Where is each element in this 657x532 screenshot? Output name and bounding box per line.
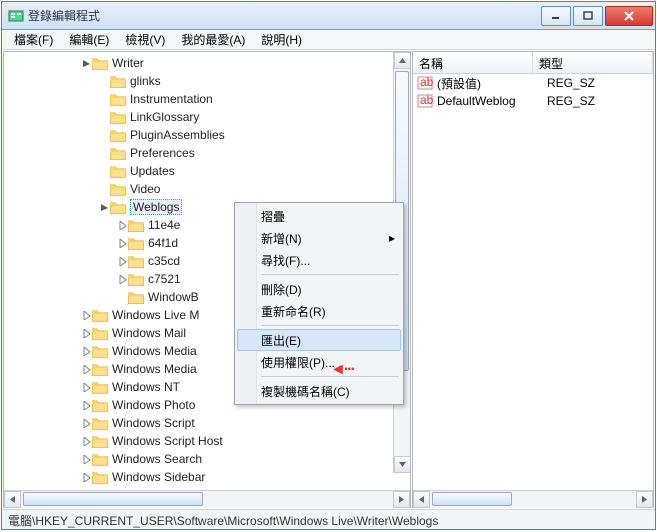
ctx-permissions-label: 使用權限(P)... (261, 354, 335, 371)
values-hscroll[interactable] (413, 490, 653, 507)
tree-label: PluginAssemblies (130, 128, 225, 142)
ctx-collapse[interactable]: 摺疊 (237, 205, 401, 227)
scroll-right-button[interactable] (393, 491, 410, 508)
menubar: 檔案(F) 編輯(E) 檢視(V) 我的最愛(A) 說明(H) (2, 30, 655, 50)
tree-label: Windows Search (112, 452, 202, 466)
hscroll-thumb[interactable] (23, 492, 203, 506)
tree-node[interactable]: Instrumentation (8, 90, 410, 108)
tree-label: 64f1d (148, 236, 178, 250)
ctx-rename[interactable]: 重新命名(R) (237, 300, 401, 322)
svg-text:ab: ab (420, 93, 433, 107)
hscroll-track[interactable] (21, 491, 393, 508)
ctx-new[interactable]: 新增(N) ▸ (237, 227, 401, 249)
ctx-separator (261, 325, 399, 326)
tree-label: c7521 (148, 272, 181, 286)
value-name: DefaultWeblog (437, 94, 547, 108)
value-type: REG_SZ (547, 76, 595, 90)
window-title: 登錄編輯程式 (28, 7, 539, 24)
tree-label: Windows NT (112, 380, 180, 394)
tree-label: WindowB (148, 290, 199, 304)
col-name-header[interactable]: 名稱 (413, 52, 533, 73)
scroll-right-button[interactable] (636, 491, 653, 508)
titlebar[interactable]: 登錄編輯程式 (2, 2, 655, 30)
regedit-window: 登錄編輯程式 檔案(F) 編輯(E) 檢視(V) 我的最愛(A) 說明(H) W… (1, 1, 656, 530)
tree-label: c35cd (148, 254, 180, 268)
scroll-left-button[interactable] (4, 491, 21, 508)
tree-label: Video (130, 182, 160, 196)
values-header: 名稱 類型 (413, 52, 653, 74)
ctx-export[interactable]: 匯出(E) (237, 329, 401, 351)
regedit-icon (8, 8, 24, 24)
values-list[interactable]: ab(預設值)REG_SZabDefaultWeblogREG_SZ (413, 74, 653, 490)
tree-label: LinkGlossary (130, 110, 199, 124)
scroll-left-button[interactable] (413, 491, 430, 508)
value-name: (預設值) (437, 75, 547, 92)
tree-node[interactable]: Updates (8, 162, 410, 180)
tree-label: Windows Sidebar (112, 470, 205, 484)
ctx-new-label: 新增(N) (261, 230, 302, 247)
ctx-delete-label: 刪除(D) (261, 281, 302, 298)
statusbar: 電腦\HKEY_CURRENT_USER\Software\Microsoft\… (2, 509, 655, 529)
tree-node[interactable]: Windows Script Host (8, 432, 410, 450)
hscroll-thumb[interactable] (432, 492, 512, 506)
ctx-separator (261, 274, 399, 275)
tree-label: Weblogs (130, 199, 182, 215)
annotation-arrow-icon: ◄··· (330, 361, 354, 379)
minimize-button[interactable] (541, 6, 571, 26)
close-button[interactable] (605, 6, 653, 26)
menu-edit[interactable]: 編輯(E) (61, 29, 117, 50)
tree-label: Instrumentation (130, 92, 213, 106)
hscroll-track[interactable] (430, 491, 636, 508)
ctx-delete[interactable]: 刪除(D) (237, 278, 401, 300)
menu-favorites[interactable]: 我的最愛(A) (173, 29, 253, 50)
menu-help[interactable]: 說明(H) (253, 29, 310, 50)
tree-label: Windows Mail (112, 326, 186, 340)
ctx-permissions[interactable]: 使用權限(P)... (237, 351, 401, 373)
tree-node[interactable]: PluginAssemblies (8, 126, 410, 144)
ctx-find-label: 尋找(F)... (261, 252, 310, 269)
tree-node[interactable]: Windows Search (8, 450, 410, 468)
tree-node-writer[interactable]: Writer (8, 54, 410, 72)
values-pane: 名稱 類型 ab(預設值)REG_SZabDefaultWeblogREG_SZ (412, 51, 654, 508)
menu-view[interactable]: 檢視(V) (117, 29, 173, 50)
value-type: REG_SZ (547, 94, 595, 108)
tree-node[interactable]: Preferences (8, 144, 410, 162)
tree-hscroll[interactable] (4, 490, 410, 507)
svg-text:ab: ab (420, 75, 433, 89)
value-row[interactable]: ab (預設值)REG_SZ (413, 74, 653, 92)
context-menu: 摺疊 新增(N) ▸ 尋找(F)... 刪除(D) 重新命名(R) 匯出(E) 使… (234, 202, 404, 405)
ctx-export-label: 匯出(E) (261, 332, 301, 349)
tree-pane: Writer glinks Instrumentation LinkGlossary P… (3, 51, 411, 508)
ctx-copy-key-name-label: 複製機碼名稱(C) (261, 383, 350, 400)
tree-label: Windows Media (112, 362, 197, 376)
tree-node[interactable]: glinks (8, 72, 410, 90)
maximize-button[interactable] (573, 6, 603, 26)
tree-label: Updates (130, 164, 175, 178)
ctx-find[interactable]: 尋找(F)... (237, 249, 401, 271)
tree-label: Windows Script (112, 416, 195, 430)
submenu-arrow-icon: ▸ (389, 231, 395, 245)
tree-label: Windows Photo (112, 398, 195, 412)
tree-node[interactable]: Windows Sidebar (8, 468, 410, 486)
body-splitter: Writer glinks Instrumentation LinkGlossary P… (2, 50, 655, 509)
tree-label: Windows Live M (112, 308, 199, 322)
tree-node[interactable]: Windows Script (8, 414, 410, 432)
tree-node[interactable]: LinkGlossary (8, 108, 410, 126)
col-type-header[interactable]: 類型 (533, 52, 653, 73)
tree-label: Windows Script Host (112, 434, 223, 448)
tree-label: Writer (112, 56, 144, 70)
tree-label: glinks (130, 74, 161, 88)
ctx-copy-key-name[interactable]: 複製機碼名稱(C) (237, 380, 401, 402)
tree-label: Preferences (130, 146, 195, 160)
scroll-down-button[interactable] (394, 456, 410, 473)
ctx-rename-label: 重新命名(R) (261, 303, 326, 320)
tree-label: Windows Media (112, 344, 197, 358)
menu-file[interactable]: 檔案(F) (6, 29, 61, 50)
status-path: 電腦\HKEY_CURRENT_USER\Software\Microsoft\… (8, 514, 438, 528)
ctx-collapse-label: 摺疊 (261, 208, 285, 225)
tree-node[interactable]: Video (8, 180, 410, 198)
scroll-up-button[interactable] (394, 52, 410, 69)
value-row[interactable]: ab DefaultWeblogREG_SZ (413, 92, 653, 110)
tree-label: 11e4e (148, 218, 180, 232)
